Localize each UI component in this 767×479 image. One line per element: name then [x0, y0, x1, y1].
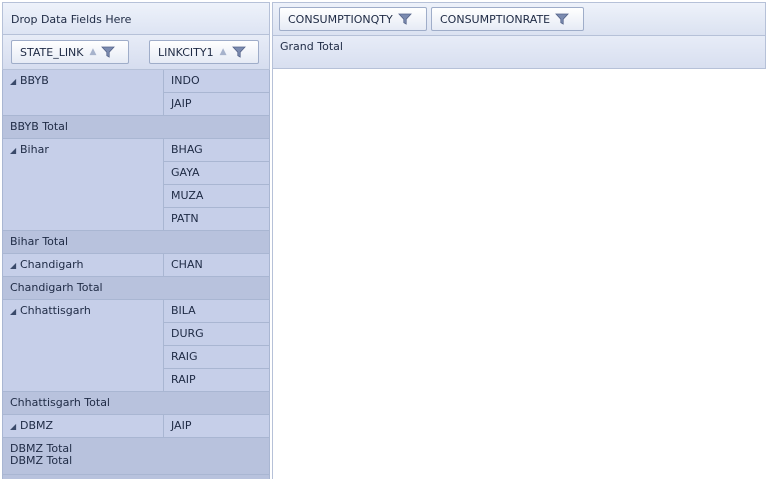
row-state-bbyb[interactable]: ◢ BBYB — [2, 70, 164, 116]
field-label: STATE_LINK — [20, 45, 84, 59]
field-consumptionqty-button[interactable]: CONSUMPTIONQTY — [279, 7, 427, 31]
row-city[interactable]: BHAG — [164, 139, 270, 162]
total-label: Chhattisgarh Total — [10, 396, 110, 409]
field-consumptionrate-button[interactable]: CONSUMPTIONRATE — [431, 7, 584, 31]
row-area: ◢ BBYB INDO JAIP BBYB Total ◢ Bihar BHAG G… — [2, 70, 270, 479]
city-label: CHAN — [171, 258, 203, 271]
row-total-dbmz[interactable]: DBMZ Total DBMZ Total — [2, 438, 270, 475]
row-state-bihar[interactable]: ◢ Bihar — [2, 139, 164, 231]
city-label: JAIP — [171, 419, 192, 432]
collapse-triangle-icon[interactable]: ◢ — [10, 259, 20, 272]
collapse-triangle-icon[interactable]: ◢ — [10, 75, 20, 88]
row-state-chhattisgarh[interactable]: ◢ Chhattisgarh — [2, 300, 164, 392]
row-city[interactable]: PATN — [164, 208, 270, 231]
filter-icon[interactable] — [231, 45, 246, 59]
city-label: JAIP — [171, 97, 192, 110]
state-label: DBMZ — [20, 419, 54, 432]
state-label: Chandigarh — [20, 258, 84, 271]
city-label: BILA — [171, 304, 196, 317]
row-city[interactable]: GAYA — [164, 162, 270, 185]
city-label: GAYA — [171, 166, 200, 179]
total-label: Bihar Total — [10, 235, 69, 248]
data-cells-area[interactable] — [272, 69, 766, 479]
row-city[interactable]: BILA — [164, 300, 270, 323]
grand-total-header[interactable]: Grand Total — [280, 40, 343, 53]
drop-area-label: Drop Data Fields Here — [11, 13, 132, 26]
collapse-triangle-icon[interactable]: ◢ — [10, 305, 20, 318]
row-state-chandigarh[interactable]: ◢ Chandigarh — [2, 254, 164, 277]
row-total-chandigarh[interactable]: Chandigarh Total — [2, 277, 270, 300]
filter-icon[interactable] — [101, 45, 116, 59]
row-city[interactable]: RAIG — [164, 346, 270, 369]
row-total-bihar[interactable]: Bihar Total — [2, 231, 270, 254]
filter-icon[interactable] — [555, 12, 570, 26]
sort-ascending-icon: ▲ — [219, 47, 227, 57]
filter-icon[interactable] — [397, 12, 412, 26]
row-total-chhattisgarh[interactable]: Chhattisgarh Total — [2, 392, 270, 415]
row-city[interactable]: JAIP — [164, 93, 270, 116]
field-label: CONSUMPTIONRATE — [440, 12, 551, 26]
row-city[interactable]: JAIP — [164, 415, 270, 438]
column-header-area: Grand Total — [272, 36, 766, 69]
city-label: RAIP — [171, 373, 196, 386]
city-label: DURG — [171, 327, 204, 340]
row-city[interactable]: INDO — [164, 70, 270, 93]
city-label: PATN — [171, 212, 199, 225]
row-city[interactable]: RAIP — [164, 369, 270, 392]
data-fields-header: CONSUMPTIONQTY CONSUMPTIONRATE — [272, 2, 766, 36]
city-label: INDO — [171, 74, 200, 87]
row-city[interactable]: DURG — [164, 323, 270, 346]
row-city[interactable]: CHAN — [164, 254, 270, 277]
total-label: BBYB Total — [10, 120, 68, 133]
city-label: BHAG — [171, 143, 203, 156]
row-partial — [2, 475, 270, 479]
field-state-link-button[interactable]: STATE_LINK ▲ — [11, 40, 129, 64]
state-label: Chhattisgarh — [20, 304, 91, 317]
collapse-triangle-icon[interactable]: ◢ — [10, 420, 20, 433]
sort-ascending-icon: ▲ — [89, 47, 97, 57]
state-label: Bihar — [20, 143, 49, 156]
field-label: CONSUMPTIONQTY — [288, 12, 393, 26]
city-label: RAIG — [171, 350, 198, 363]
city-label: MUZA — [171, 189, 204, 202]
state-label: BBYB — [20, 74, 49, 87]
row-city[interactable]: MUZA — [164, 185, 270, 208]
field-label: LINKCITY1 — [158, 45, 214, 59]
field-linkcity1-button[interactable]: LINKCITY1 ▲ — [149, 40, 259, 64]
drop-data-fields-area[interactable]: Drop Data Fields Here — [2, 2, 270, 35]
total-label: Chandigarh Total — [10, 281, 103, 294]
collapse-triangle-icon[interactable]: ◢ — [10, 144, 20, 157]
row-fields-header: STATE_LINK ▲ LINKCITY1 ▲ — [2, 35, 270, 70]
row-state-dbmz[interactable]: ◢ DBMZ — [2, 415, 164, 438]
row-total-bbyb[interactable]: BBYB Total — [2, 116, 270, 139]
total-label: DBMZ Total — [10, 454, 73, 467]
